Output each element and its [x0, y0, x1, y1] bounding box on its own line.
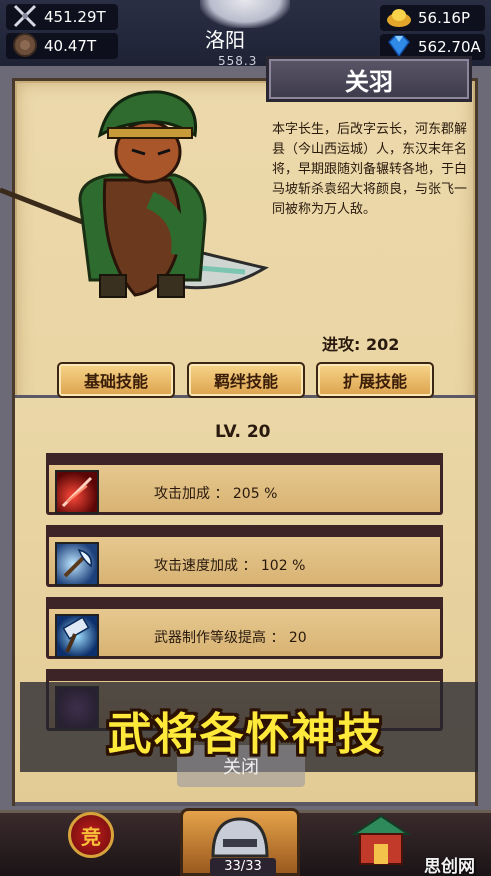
red-slash-icon: [55, 470, 99, 514]
food-counter: 56.16P: [380, 5, 485, 31]
hero-name: 关羽: [345, 67, 393, 96]
promo-banner-text: 武将各怀神技: [107, 709, 384, 760]
gem-value: 562.70A: [418, 38, 481, 56]
skill-row-header: [46, 669, 443, 681]
defense-value: 40.47T: [44, 37, 97, 55]
food-value: 56.16P: [418, 9, 470, 27]
skill-row-header: [46, 597, 443, 609]
crossed-swords-icon: [10, 1, 40, 31]
blue-hammer-icon: [55, 614, 99, 658]
helmet-icon: [211, 817, 269, 858]
arena-label: 竞: [81, 824, 101, 849]
skill-text: 攻击加成 ： 205 %: [154, 486, 278, 502]
tab-extended-skills-label: 扩展技能: [342, 372, 407, 391]
skill-tabs: 基础技能 羁绊技能 扩展技能: [57, 362, 437, 398]
skill-text: 武器制作等级提高 ： 20: [154, 630, 307, 646]
shield-round-icon: [10, 30, 40, 60]
hero-name-tab: 关羽: [266, 56, 472, 102]
skill-level: LV. 20: [215, 422, 271, 442]
roster-counter: 33/33: [210, 858, 276, 876]
tab-bond-skills-label: 羁绊技能: [213, 372, 278, 391]
gold-ingot-icon: [384, 2, 414, 32]
tab-basic-skills-label: 基础技能: [83, 372, 148, 391]
attack-power-counter: 451.29T: [6, 4, 118, 30]
skill-row-header: [46, 525, 443, 537]
city-name: 洛阳: [205, 28, 245, 52]
watermark: 思创网: [424, 857, 475, 876]
arena-button[interactable]: 竞: [68, 812, 114, 858]
skill-row: 武器制作等级提高 ： 20: [46, 597, 443, 659]
skill-row: 攻击速度加成 ： 102 %: [46, 525, 443, 587]
tab-bond-skills[interactable]: 羁绊技能: [187, 362, 305, 398]
hero-portrait: [0, 90, 269, 298]
skill-row-header: [46, 453, 443, 465]
skill-text: 攻击速度加成 ： 102 %: [154, 558, 306, 574]
defense-counter: 40.47T: [6, 33, 118, 59]
blue-axe-icon: [55, 542, 99, 586]
skill-row: 攻击加成 ： 205 %: [46, 453, 443, 515]
tab-extended-skills[interactable]: 扩展技能: [316, 362, 434, 398]
hero-attack-stat: 进攻: 202: [322, 335, 400, 354]
hero-description: 本字长生，后改字云长，河东郡解县（今山西运城）人，东汉末年名将，早期跟随刘备辗转…: [272, 122, 468, 217]
attack-power-value: 451.29T: [44, 8, 106, 26]
shop-pavilion-icon[interactable]: [350, 812, 412, 870]
tab-basic-skills[interactable]: 基础技能: [57, 362, 175, 398]
